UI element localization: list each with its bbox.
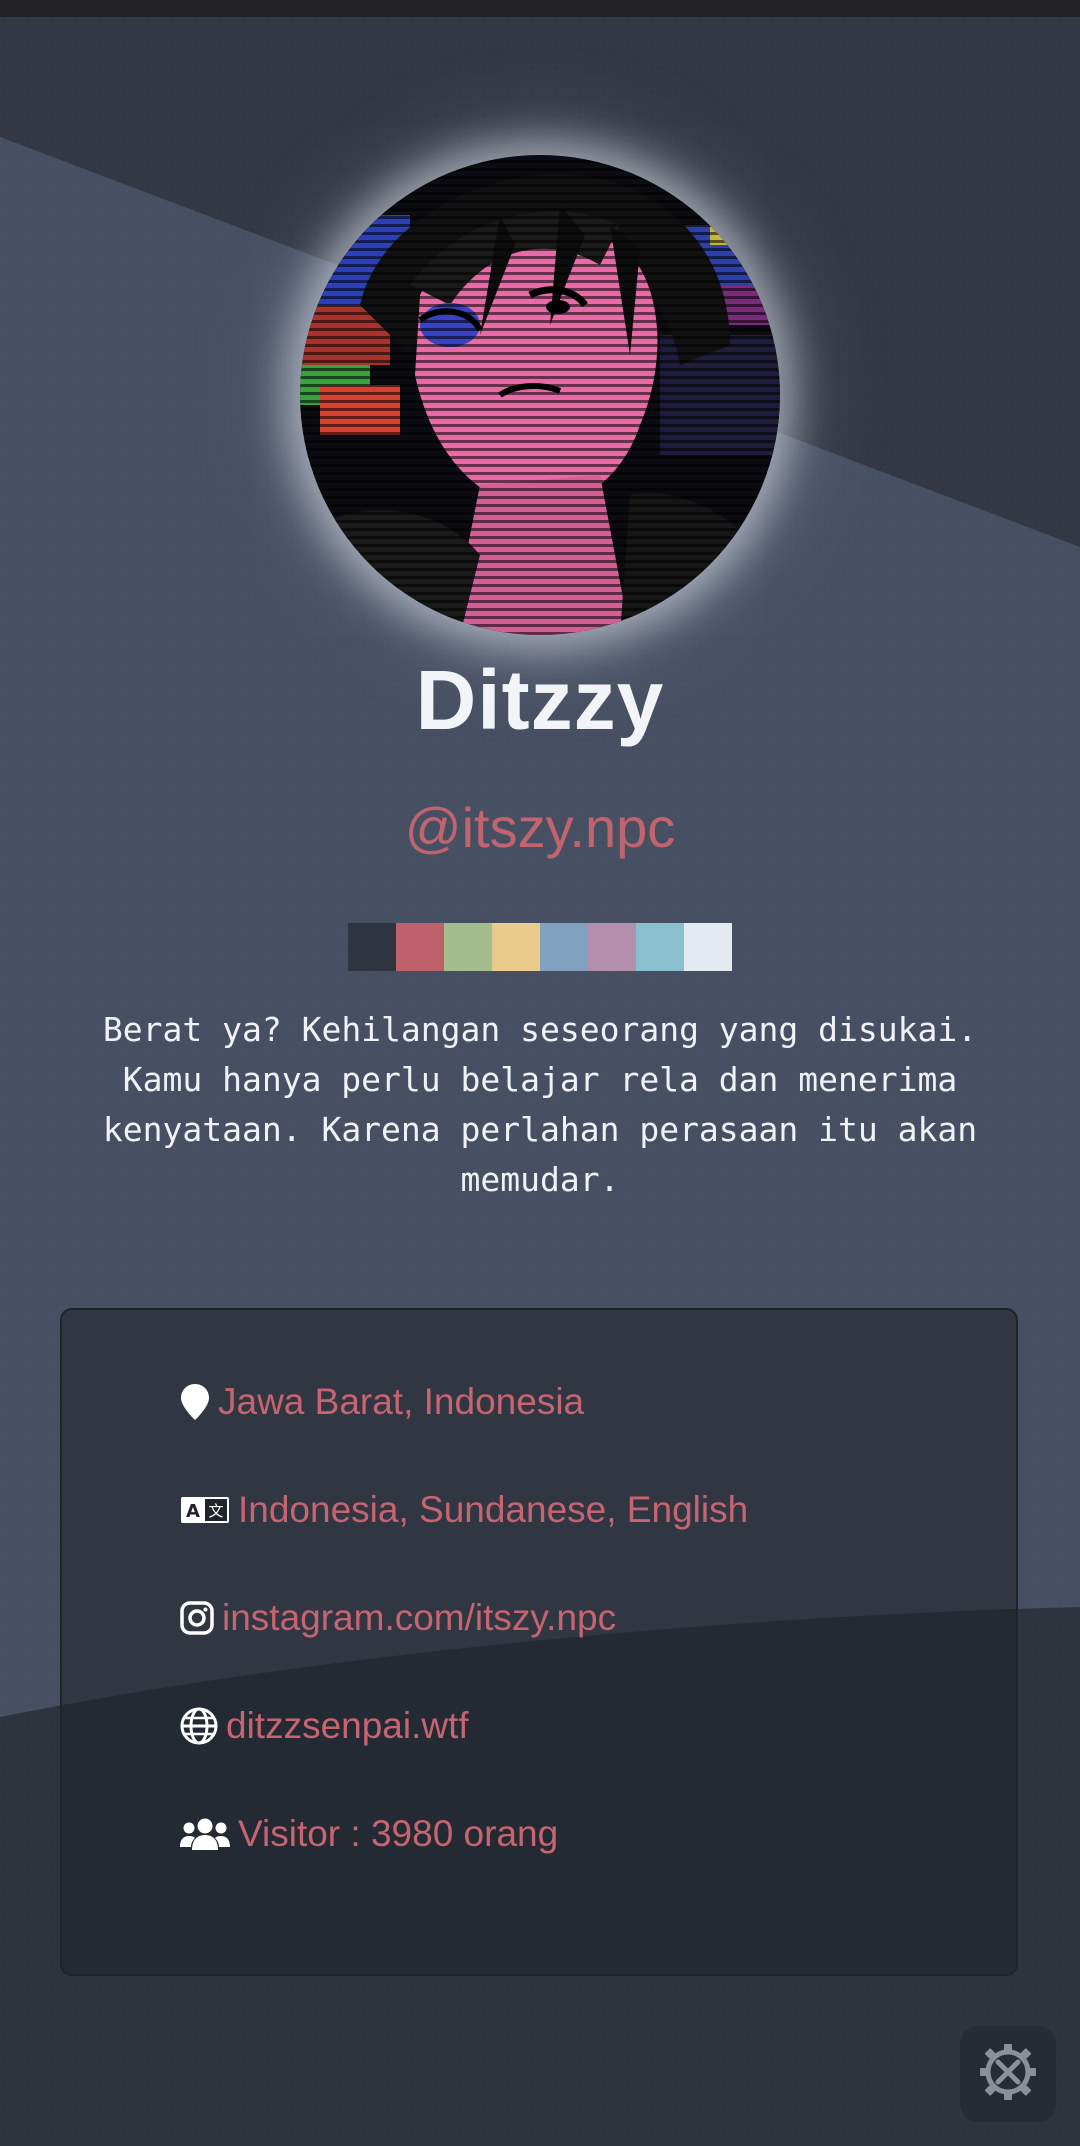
palette-swatch: [396, 923, 444, 971]
settings-tools-icon: [976, 2040, 1040, 2109]
users-icon: [180, 1817, 230, 1851]
svg-text:文: 文: [208, 1502, 223, 1520]
palette-swatch: [540, 923, 588, 971]
location-text: Jawa Barat, Indonesia: [218, 1381, 585, 1422]
map-pin-icon: [180, 1383, 210, 1421]
avatar-illustration: [300, 155, 780, 635]
svg-text:A: A: [186, 1501, 200, 1522]
profile-avatar[interactable]: [300, 155, 780, 635]
visitors-text: Visitor : 3980 orang: [238, 1813, 559, 1854]
top-status-strip: [0, 0, 1080, 17]
palette-swatch: [588, 923, 636, 971]
settings-button[interactable]: [960, 2026, 1056, 2122]
instagram-icon: [180, 1601, 214, 1635]
languages-row: A 文 Indonesia, Sundanese, English: [180, 1480, 748, 1540]
profile-name: Ditzzy: [415, 653, 665, 747]
globe-icon: [180, 1707, 218, 1745]
profile-handle[interactable]: @itszy.npc: [0, 795, 1080, 860]
instagram-link[interactable]: instagram.com/itszy.npc: [222, 1597, 616, 1639]
website-row[interactable]: ditzzsenpai.wtf: [180, 1696, 469, 1756]
palette-swatch: [492, 923, 540, 971]
color-palette: [348, 923, 732, 971]
instagram-row[interactable]: instagram.com/itszy.npc: [180, 1588, 616, 1648]
website-link[interactable]: ditzzsenpai.wtf: [226, 1705, 469, 1747]
location-row: Jawa Barat, Indonesia: [180, 1372, 584, 1432]
palette-swatch: [444, 923, 492, 971]
profile-bio: Berat ya? Kehilangan seseorang yang disu…: [102, 1010, 978, 1199]
palette-swatch: [684, 923, 732, 971]
visitors-row: Visitor : 3980 orang: [180, 1804, 558, 1864]
language-icon: A 文: [180, 1496, 230, 1524]
palette-swatch: [348, 923, 396, 971]
palette-swatch: [636, 923, 684, 971]
languages-text: Indonesia, Sundanese, English: [238, 1489, 749, 1530]
info-card: Jawa Barat, Indonesia A 文 Indonesia, Sun…: [60, 1308, 1018, 1976]
